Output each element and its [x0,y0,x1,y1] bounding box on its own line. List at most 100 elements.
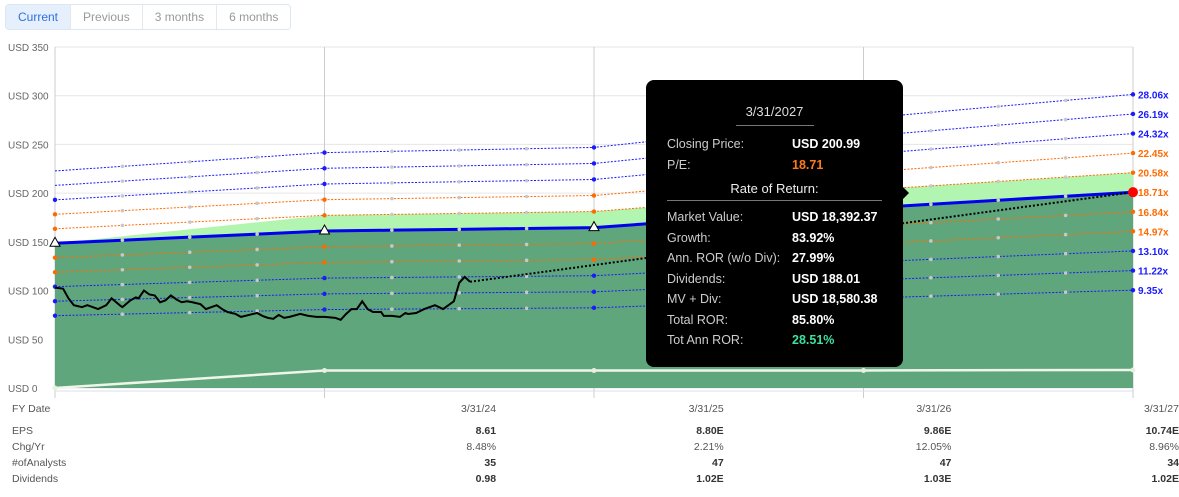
pe-point [187,205,192,209]
pe-point [1063,117,1068,122]
selected-point-marker [1128,187,1138,198]
y-tick-label: USD 0 [8,384,38,395]
pe-point [1130,209,1136,214]
dividend-point [861,367,866,373]
pe-point [591,241,597,246]
pe-point [255,278,259,283]
pe-point [996,235,1001,240]
pe-point [929,110,933,115]
pe-point [457,275,462,279]
pe-point [52,299,58,304]
pe-point [1063,98,1068,103]
fair-point [996,198,1001,203]
fair-point [1063,194,1068,199]
fy-header-row: FY Date 3/31/24 3/31/25 3/31/26 3/31/27 [12,401,1179,417]
pe-point [591,161,597,166]
fy-cell: 0.98 [475,473,497,485]
pe-point [322,213,327,218]
pe-point [457,306,462,311]
tooltip-row-value: USD 18,580.38 [792,292,878,307]
fy-row-label: Dividends [12,473,59,485]
fair-point [120,238,125,243]
pe-point [255,247,259,252]
pe-point [1130,150,1136,156]
pe-point [52,226,58,231]
pe-point [1130,229,1136,234]
fy-cell: 47 [939,457,952,469]
pe-label: 11.22x [1138,267,1168,278]
pe-point [524,210,529,215]
pe-label: 24.32x [1138,130,1169,141]
pe-point [929,128,933,133]
valuation-chart: USD 0 USD 50 USD 100 USD 150 USD 200 USD 250 U… [8,43,1169,398]
pe-point [187,295,192,300]
pe-point [1063,290,1068,294]
tooltip-row-value: 27.99% [792,251,835,266]
pe-point [390,275,394,280]
pe-point [929,257,933,262]
pe-point [255,155,259,159]
fy-cell: 12.05% [915,441,952,453]
fy-cell: 34 [1167,457,1179,469]
pe-point [52,212,58,217]
pe-point [1063,156,1068,160]
fy-row: EPS 8.61 8.80E 9.86E 10.74E [12,423,1179,439]
pe-label: P/E: [667,157,691,172]
fy-cell: 10.74E [1145,425,1179,437]
y-tick-label: USD 250 [8,140,49,151]
pe-point [457,148,462,152]
pe-label: 14.97x [1138,227,1169,238]
fy-row-label: #ofAnalysts [12,457,67,469]
pe-label: 28.06x [1138,90,1169,101]
tooltip-row-label: Total ROR: [667,312,729,327]
pe-point [524,178,529,183]
pe-point [524,306,529,311]
tooltip-row-label: Growth: [667,230,711,245]
pe-point [591,209,597,214]
pe-point [1063,271,1068,275]
pe-point [322,275,327,281]
tooltip-row-label: Ann. ROR (w/o Div): [667,251,781,266]
pe-point [322,197,327,202]
fy-cell: 8.61 [475,425,497,437]
pe-point [187,265,192,270]
tooltip-row-value: 28.51% [792,333,835,348]
pe-point [255,216,259,221]
closing-price-label: Closing Price: [667,137,745,152]
y-tick-label: USD 50 [8,335,43,346]
pe-point [929,147,933,151]
fy-cell: 3/31/27 [1143,403,1179,415]
pe-point [457,291,462,295]
pe-point [591,257,597,262]
pe-point [524,290,529,295]
pe-point [52,313,58,318]
pe-point [120,267,125,272]
tooltip-row-value: 83.92% [792,230,835,245]
pe-point [322,181,327,187]
dividend-point [1130,367,1136,373]
fy-table: FY Date 3/31/24 3/31/25 3/31/26 3/31/27 EPS 8.… [12,401,1179,487]
pe-point [187,220,192,224]
pe-value: 18.71 [792,157,824,172]
pe-label: 22.45x [1138,149,1169,160]
fy-cell: 3/31/26 [916,403,952,415]
fy-cell: 1.03E [923,473,952,485]
pe-point [929,165,933,170]
fy-cell: 35 [484,457,497,469]
pe-point [591,145,597,150]
pe-point [120,253,125,257]
pe-point [996,179,1001,184]
pe-point [255,293,259,298]
pe-point [1130,268,1136,273]
fy-cell: 8.80E [696,425,724,437]
pe-point [120,194,125,198]
tooltip-row-value: USD 18,392.37 [792,210,878,225]
pe-point [1063,213,1068,218]
pe-point [255,186,259,190]
dividend-point [322,367,327,373]
pe-point [255,170,259,175]
pe-point [390,181,394,185]
fy-row: Dividends 0.98 1.02E 1.03E 1.02E [12,471,1179,487]
pe-point [255,201,259,206]
pe-point [929,276,933,280]
